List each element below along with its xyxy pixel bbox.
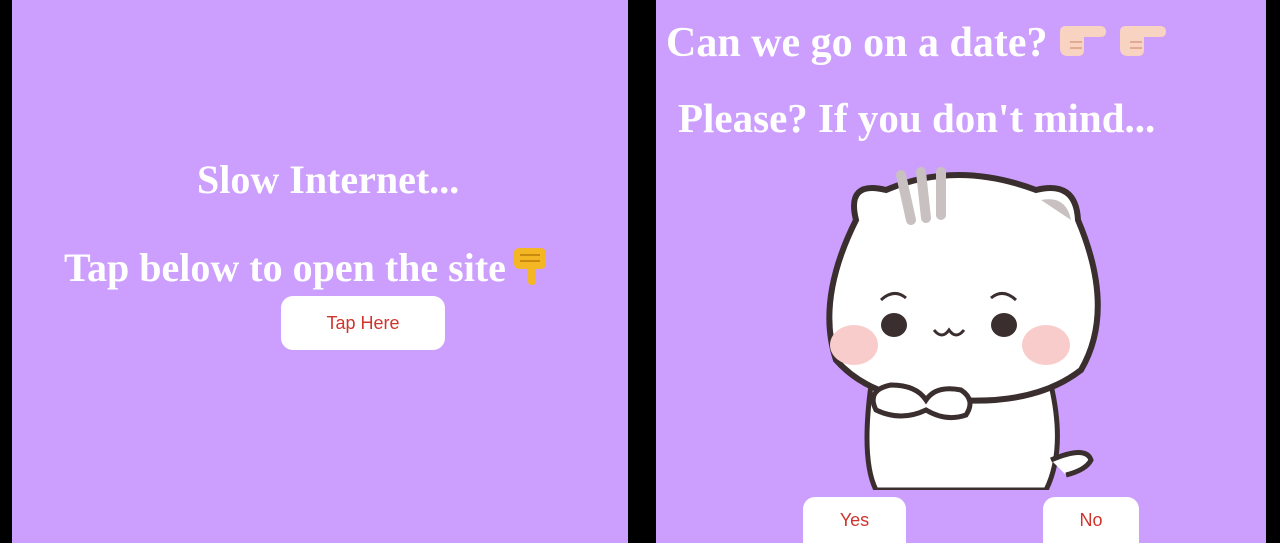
- date-question-text: Can we go on a date?: [666, 20, 1048, 66]
- tap-instruction-text: Tap below to open the site: [64, 245, 506, 290]
- tap-here-button[interactable]: Tap Here: [281, 296, 445, 350]
- slow-internet-title: Slow Internet...: [197, 157, 460, 202]
- shy-cat-icon: [816, 160, 1116, 495]
- no-button[interactable]: No: [1043, 497, 1139, 543]
- pointing-down-hand-icon: [510, 243, 554, 294]
- loading-screen: Slow Internet... Tap below to open the s…: [12, 0, 628, 543]
- pointing-right-hand-icon: [1116, 18, 1168, 70]
- please-subline: Please? If you don't mind...: [678, 95, 1156, 141]
- date-question-screen: Can we go on a date? Please? If you don'…: [656, 0, 1266, 543]
- pointing-right-hand-icon: [1056, 18, 1108, 70]
- yes-button[interactable]: Yes: [803, 497, 906, 543]
- date-question-heading: Can we go on a date?: [666, 18, 1168, 70]
- tap-instruction: Tap below to open the site: [64, 243, 554, 294]
